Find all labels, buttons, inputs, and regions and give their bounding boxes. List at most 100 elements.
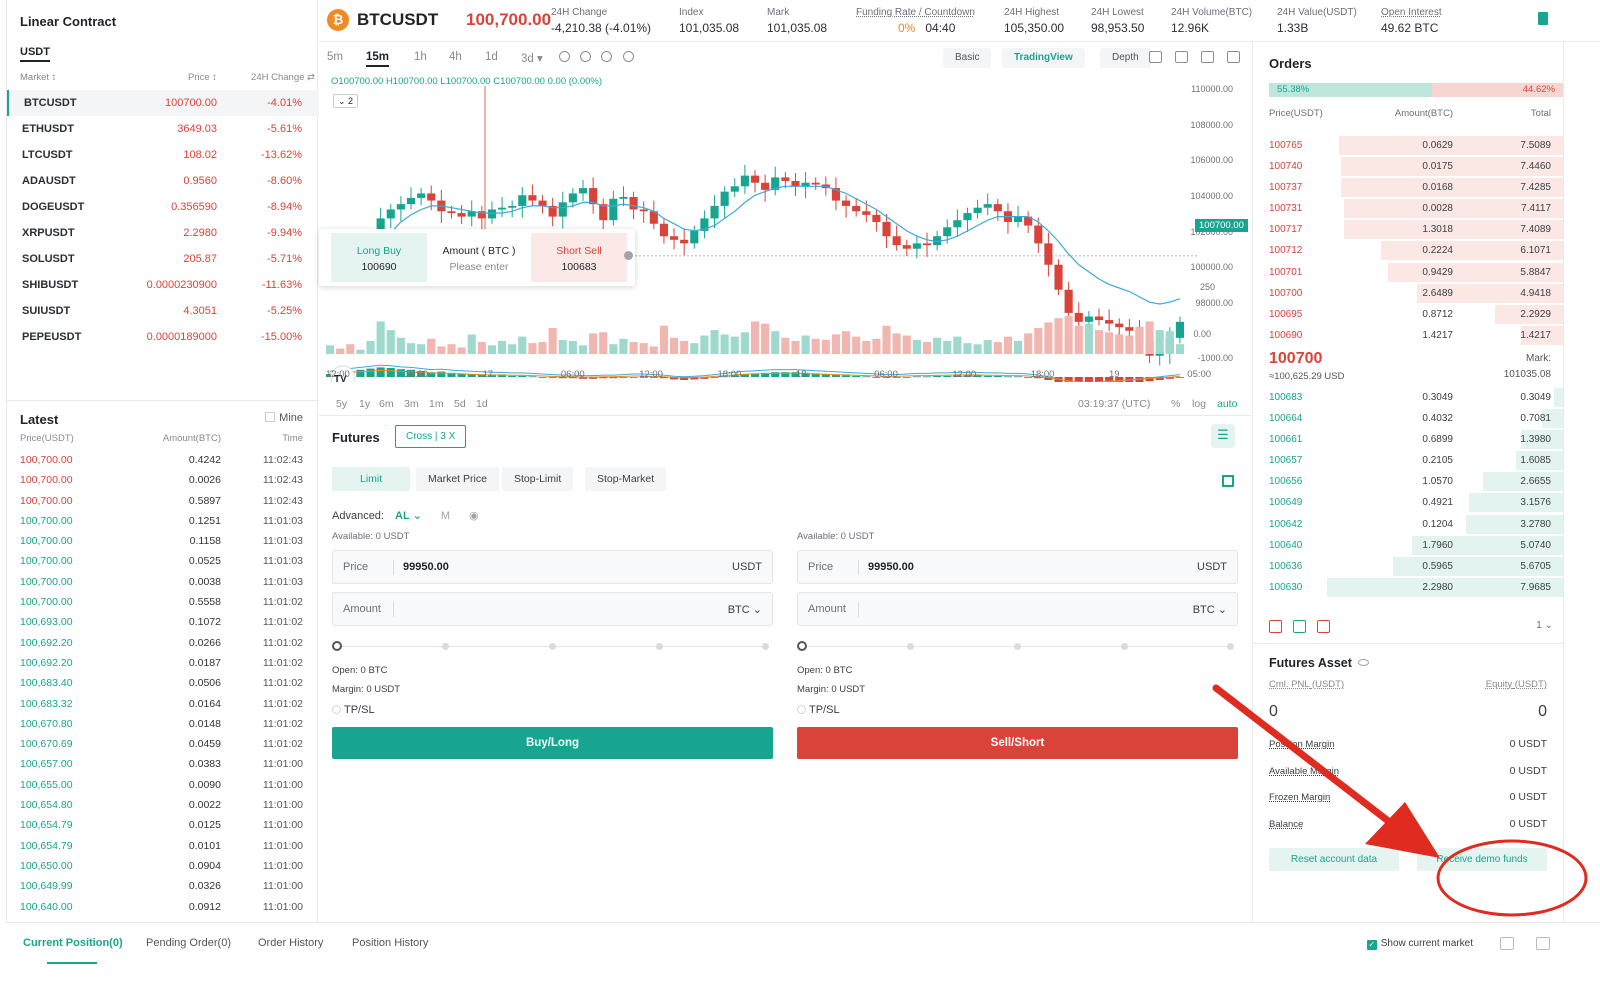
filter-icon[interactable] <box>1500 937 1514 950</box>
sell-amount-field[interactable]: Amount BTC ⌄ <box>797 592 1238 626</box>
quick-long-buy-button[interactable]: Long Buy 100690 <box>331 233 427 282</box>
eye-icon[interactable]: ◉ <box>469 510 479 522</box>
bid-row[interactable]: 100649 0.4921 3.1576 <box>1253 492 1565 513</box>
market-row-shibusdt[interactable]: SHIBUSDT 0.0000230900 -11.63% <box>7 272 319 298</box>
range-5y[interactable]: 5y <box>336 398 347 410</box>
timeframe-3d[interactable]: 3d ▾ <box>521 51 543 65</box>
view-tradingview[interactable]: TradingView <box>1002 48 1085 68</box>
screenshot-icon[interactable] <box>1201 51 1214 63</box>
order-tab-stop-market[interactable]: Stop-Market <box>585 467 667 491</box>
tab-usdt[interactable]: USDT <box>20 46 50 62</box>
bid-row[interactable]: 100640 1.7960 5.0740 <box>1253 535 1565 556</box>
ask-row[interactable]: 100740 0.0175 7.4460 <box>1253 156 1565 177</box>
order-tab-stop-limit[interactable]: Stop-Limit <box>502 467 574 491</box>
bid-row[interactable]: 100642 0.1204 3.2780 <box>1253 514 1565 535</box>
sell-amount-unit-dropdown[interactable]: BTC ⌄ <box>1193 603 1227 616</box>
market-row-solusdt[interactable]: SOLUSDT 205.87 -5.71% <box>7 246 319 272</box>
tab-current-position-[interactable]: Current Position(0) <box>23 937 123 949</box>
bid-row[interactable]: 100657 0.2105 1.6085 <box>1253 450 1565 471</box>
price-sort-header[interactable]: Price ↕ <box>188 72 217 83</box>
layout-grid-icon[interactable] <box>1222 475 1234 487</box>
timeframe-4h[interactable]: 4h <box>449 51 462 63</box>
timeframe-1d[interactable]: 1d <box>485 51 498 63</box>
buy-amount-slider[interactable] <box>332 636 773 658</box>
bid-row[interactable]: 100656 1.0570 2.6655 <box>1253 471 1565 492</box>
buy-amount-unit-dropdown[interactable]: BTC ⌄ <box>728 603 762 616</box>
ask-row[interactable]: 100737 0.0168 7.4285 <box>1253 177 1565 198</box>
bid-row[interactable]: 100661 0.6899 1.3980 <box>1253 429 1565 450</box>
tab-pending-order-[interactable]: Pending Order(0) <box>146 937 231 949</box>
market-sort-header[interactable]: Market ↕ <box>20 72 56 83</box>
sell-short-button[interactable]: Sell/Short <box>797 727 1238 759</box>
indicator-icon[interactable] <box>559 51 570 62</box>
share-icon[interactable] <box>1227 51 1240 63</box>
range-1d[interactable]: 1d <box>476 398 488 410</box>
market-row-dogeusdt[interactable]: DOGEUSDT 0.356590 -8.94% <box>7 194 319 220</box>
timeframe-5m[interactable]: 5m <box>327 51 343 63</box>
chart-area[interactable]: 5m 15m 1h 4h 1d 3d ▾ Basic TradingView Depth O10… <box>319 42 1251 415</box>
show-current-market-checkbox[interactable]: ✓ Show current market <box>1366 938 1473 950</box>
margin-mode-button[interactable]: Cross | 3 X <box>395 425 467 448</box>
reset-account-button[interactable]: Reset account data <box>1269 848 1399 871</box>
quick-short-sell-button[interactable]: Short Sell 100683 <box>531 233 627 282</box>
range-3m[interactable]: 3m <box>404 398 419 410</box>
notes-icon[interactable] <box>1538 12 1548 25</box>
view-basic[interactable]: Basic <box>943 48 992 68</box>
timeframe-15m[interactable]: 15m <box>366 51 390 67</box>
document-icon[interactable] <box>1536 937 1550 950</box>
auto-scale-toggle[interactable]: auto <box>1217 398 1237 410</box>
quick-amount-input[interactable]: Amount ( BTC ) Please enter <box>431 233 527 282</box>
sell-tpsl-checkbox[interactable]: TP/SL <box>797 704 1238 716</box>
slider-handle[interactable] <box>797 641 807 651</box>
market-row-suiusdt[interactable]: SUIUSDT 4.3051 -5.25% <box>7 298 319 324</box>
slider-handle[interactable] <box>332 641 342 651</box>
bid-row[interactable]: 100636 0.5965 5.6705 <box>1253 556 1565 577</box>
bids-view-icon[interactable] <box>1293 620 1306 633</box>
advanced-m-option[interactable]: M <box>441 510 450 522</box>
ask-row[interactable]: 100700 2.6489 4.9418 <box>1253 283 1565 304</box>
mine-checkbox[interactable]: Mine <box>265 412 303 424</box>
ask-row[interactable]: 100717 1.3018 7.4089 <box>1253 219 1565 240</box>
add-icon[interactable] <box>623 51 634 62</box>
precision-dropdown[interactable]: 1 ⌄ <box>1536 620 1553 631</box>
log-scale-toggle[interactable]: log <box>1192 398 1206 410</box>
bid-row[interactable]: 100630 2.2980 7.9685 <box>1253 577 1565 598</box>
bid-row[interactable]: 100664 0.4032 0.7081 <box>1253 408 1565 429</box>
receive-demo-funds-button[interactable]: Receive demo funds <box>1417 848 1547 871</box>
ask-row[interactable]: 100690 1.4217 1.4217 <box>1253 325 1565 346</box>
asks-view-icon[interactable] <box>1317 620 1330 633</box>
range-6m[interactable]: 6m <box>379 398 394 410</box>
eye-icon[interactable] <box>1357 659 1369 666</box>
close-icon[interactable] <box>624 251 633 260</box>
market-row-pepeusdt[interactable]: PEPEUSDT 0.0000189000 -15.00% <box>7 324 319 350</box>
timeframe-1h[interactable]: 1h <box>414 51 427 63</box>
market-row-adausdt[interactable]: ADAUSDT 0.9560 -8.60% <box>7 168 319 194</box>
ask-row[interactable]: 100701 0.9429 5.8847 <box>1253 262 1565 283</box>
sell-price-field[interactable]: Price 99950.00 USDT <box>797 550 1238 584</box>
power-icon[interactable] <box>1149 51 1162 63</box>
sell-amount-slider[interactable] <box>797 636 1238 658</box>
market-row-ltcusdt[interactable]: LTCUSDT 108.02 -13.62% <box>7 142 319 168</box>
ask-row[interactable]: 100765 0.0629 7.5089 <box>1253 135 1565 156</box>
order-tab-market-price[interactable]: Market Price <box>416 467 499 491</box>
range-5d[interactable]: 5d <box>454 398 466 410</box>
buy-price-value[interactable]: 99950.00 <box>403 561 449 573</box>
change-sort-header[interactable]: 24H Change ⇄ <box>251 72 315 83</box>
market-row-btcusdt[interactable]: BTCUSDT 100700.00 -4.01% <box>7 90 319 116</box>
buy-price-field[interactable]: Price 99950.00 USDT <box>332 550 773 584</box>
bid-row[interactable]: 100683 0.3049 0.3049 <box>1253 387 1565 408</box>
ask-row[interactable]: 100712 0.2224 6.1071 <box>1253 240 1565 261</box>
sell-price-value[interactable]: 99950.00 <box>868 561 914 573</box>
range-1m[interactable]: 1m <box>429 398 444 410</box>
tab-position-history[interactable]: Position History <box>352 937 428 949</box>
buy-amount-field[interactable]: Amount BTC ⌄ <box>332 592 773 626</box>
settings-sliders-icon[interactable]: ☰ <box>1211 424 1235 448</box>
order-tab-limit[interactable]: Limit <box>332 467 411 491</box>
fullscreen-icon[interactable] <box>1175 51 1188 63</box>
buy-long-button[interactable]: Buy/Long <box>332 727 773 759</box>
tab-order-history[interactable]: Order History <box>258 937 323 949</box>
ask-row[interactable]: 100695 0.8712 2.2929 <box>1253 304 1565 325</box>
advanced-al-dropdown[interactable]: AL ⌄ <box>395 510 422 522</box>
market-row-ethusdt[interactable]: ETHUSDT 3649.03 -5.61% <box>7 116 319 142</box>
compare-icon[interactable] <box>580 51 591 62</box>
